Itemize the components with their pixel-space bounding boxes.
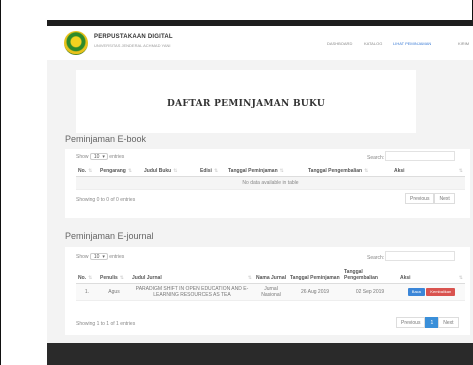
show-label: Show: [76, 253, 89, 260]
table-row: 1. Agus PARADIGM SHIFT IN OPEN EDUCATION…: [76, 283, 465, 301]
sort-icon: ⇅: [364, 168, 369, 174]
cell-judul-jurnal: PARADIGM SHIFT IN OPEN EDUCATION AND E-L…: [130, 283, 254, 301]
ejournal-header-row: No. ⇅ Penulis ⇅ Judul Jurnal ⇅ Nama Jurnal …: [76, 267, 465, 284]
ejournal-search-label: Search:: [367, 255, 385, 261]
ebook-length-control: Show 10 ▾ entries: [76, 153, 124, 160]
col-tanggal-peminjaman[interactable]: Tanggal Peminjaman ⇅: [226, 166, 306, 177]
entries-label: entries: [109, 253, 125, 260]
ebook-previous-button[interactable]: Previous: [405, 193, 435, 204]
ebook-next-button[interactable]: Next: [434, 193, 455, 204]
page-title: DAFTAR PEMINJAMAN BUKU: [167, 99, 325, 109]
col-judul-buku[interactable]: Judul Buku ⇅: [142, 166, 198, 177]
col-tanggal-pengembalian[interactable]: Tanggal Pengembalian ⇅: [306, 166, 392, 177]
col-penulis[interactable]: Penulis ⇅: [98, 267, 130, 284]
brand-subtitle: UNIVERSITAS JENDERAL ACHMAD YANI: [94, 43, 171, 48]
empty-message: No data available in table: [76, 176, 465, 190]
col-tanggal-peminjaman[interactable]: Tanggal Peminjaman: [288, 267, 342, 284]
ebook-entries-select[interactable]: 10 ▾: [89, 153, 108, 160]
ejournal-panel: Show 10 ▾ entries Search: No. ⇅ Penulis ⇅ J…: [65, 247, 470, 335]
ejournal-previous-button[interactable]: Previous: [396, 317, 426, 328]
ejournal-pagination: Previous 1 Next: [396, 317, 459, 328]
ebook-table-info: Showing 0 to 0 of 0 entries: [76, 197, 136, 203]
ebook-panel: Show 10 ▾ entries Search: No. ⇅ Pengarang ⇅…: [65, 149, 470, 218]
sort-icon: ⇅: [127, 168, 133, 174]
sort-icon: ⇅: [213, 168, 219, 174]
ebook-search-label: Search:: [367, 155, 385, 161]
chevron-down-icon: ▾: [102, 254, 105, 260]
col-pengarang[interactable]: Pengarang ⇅: [98, 166, 142, 177]
sort-icon: ⇅: [88, 275, 93, 281]
ejournal-next-button[interactable]: Next: [438, 317, 459, 328]
nav-lihat-peminjaman[interactable]: LIHAT PEMINJAMAN: [393, 41, 431, 46]
title-card: DAFTAR PEMINJAMAN BUKU: [76, 70, 416, 133]
sort-icon: ⇅: [458, 275, 463, 281]
chevron-down-icon: ▾: [102, 154, 105, 160]
cell-tanggal-pengembalian: 02 Sep 2019: [342, 283, 398, 301]
col-aksi[interactable]: Aksi ⇅: [392, 166, 465, 177]
ebook-search-input[interactable]: [385, 151, 455, 161]
sort-icon: ⇅: [173, 168, 178, 174]
university-logo-icon[interactable]: [64, 31, 88, 55]
col-judul-jurnal[interactable]: Judul Jurnal ⇅: [130, 267, 254, 284]
show-label: Show: [76, 153, 89, 160]
ejournal-table-info: Showing 1 to 1 of 1 entries: [76, 321, 136, 327]
col-edisi[interactable]: Edisi ⇅: [198, 166, 226, 177]
brand-title[interactable]: PERPUSTAKAAN DIGITAL: [94, 34, 173, 40]
cell-penulis: Agus: [98, 283, 130, 301]
sort-icon: ⇅: [279, 168, 284, 174]
col-no[interactable]: No. ⇅: [76, 267, 98, 284]
ejournal-length-control: Show 10 ▾ entries: [76, 253, 124, 260]
cell-nama-jurnal: Jurnal Nasional: [254, 283, 288, 301]
ebook-pagination: Previous Next: [405, 193, 455, 204]
return-button[interactable]: Kembalikan: [426, 288, 456, 296]
cell-no: 1.: [76, 283, 98, 301]
col-nama-jurnal[interactable]: Nama Jurnal: [254, 267, 288, 284]
ejournal-table: No. ⇅ Penulis ⇅ Judul Jurnal ⇅ Nama Jurnal …: [76, 267, 465, 301]
table-row: No data available in table: [76, 176, 465, 190]
nav-dashboard[interactable]: DASHBOARD: [327, 41, 352, 46]
ejournal-section-title: Peminjaman E-journal: [65, 231, 154, 241]
site-footer: [47, 343, 473, 365]
ebook-header-row: No. ⇅ Pengarang ⇅ Judul Buku ⇅ Edisi ⇅ Tangg…: [76, 166, 465, 177]
ebook-table: No. ⇅ Pengarang ⇅ Judul Buku ⇅ Edisi ⇅ Tangg…: [76, 166, 465, 190]
col-aksi[interactable]: Aksi ⇅: [398, 267, 465, 284]
nav-kirim[interactable]: KIRIM: [458, 41, 469, 46]
ejournal-entries-select[interactable]: 10 ▾: [89, 253, 108, 260]
ejournal-page-1-button[interactable]: 1: [425, 317, 439, 328]
sort-icon: ⇅: [458, 168, 463, 174]
nav-katalog[interactable]: KATALOG: [364, 41, 382, 46]
sort-icon: ⇅: [119, 275, 124, 281]
site-header: PERPUSTAKAAN DIGITAL UNIVERSITAS JENDERA…: [47, 26, 473, 61]
col-no[interactable]: No. ⇅: [76, 166, 98, 177]
main-content: DAFTAR PEMINJAMAN BUKU Peminjaman E-book…: [47, 60, 473, 343]
entries-label: entries: [109, 153, 125, 160]
sort-icon: ⇅: [88, 168, 93, 174]
cell-aksi: Baca Kembalikan: [398, 283, 465, 301]
sort-icon: ⇅: [247, 275, 252, 281]
ejournal-search-input[interactable]: [385, 251, 455, 261]
window-frame-left: [0, 0, 1, 365]
cell-tanggal-peminjaman: 26 Aug 2019: [288, 283, 342, 301]
read-button[interactable]: Baca: [407, 288, 425, 296]
col-tanggal-pengembalian[interactable]: Tanggal Pengembalian: [342, 267, 398, 284]
ebook-section-title: Peminjaman E-book: [65, 134, 147, 144]
